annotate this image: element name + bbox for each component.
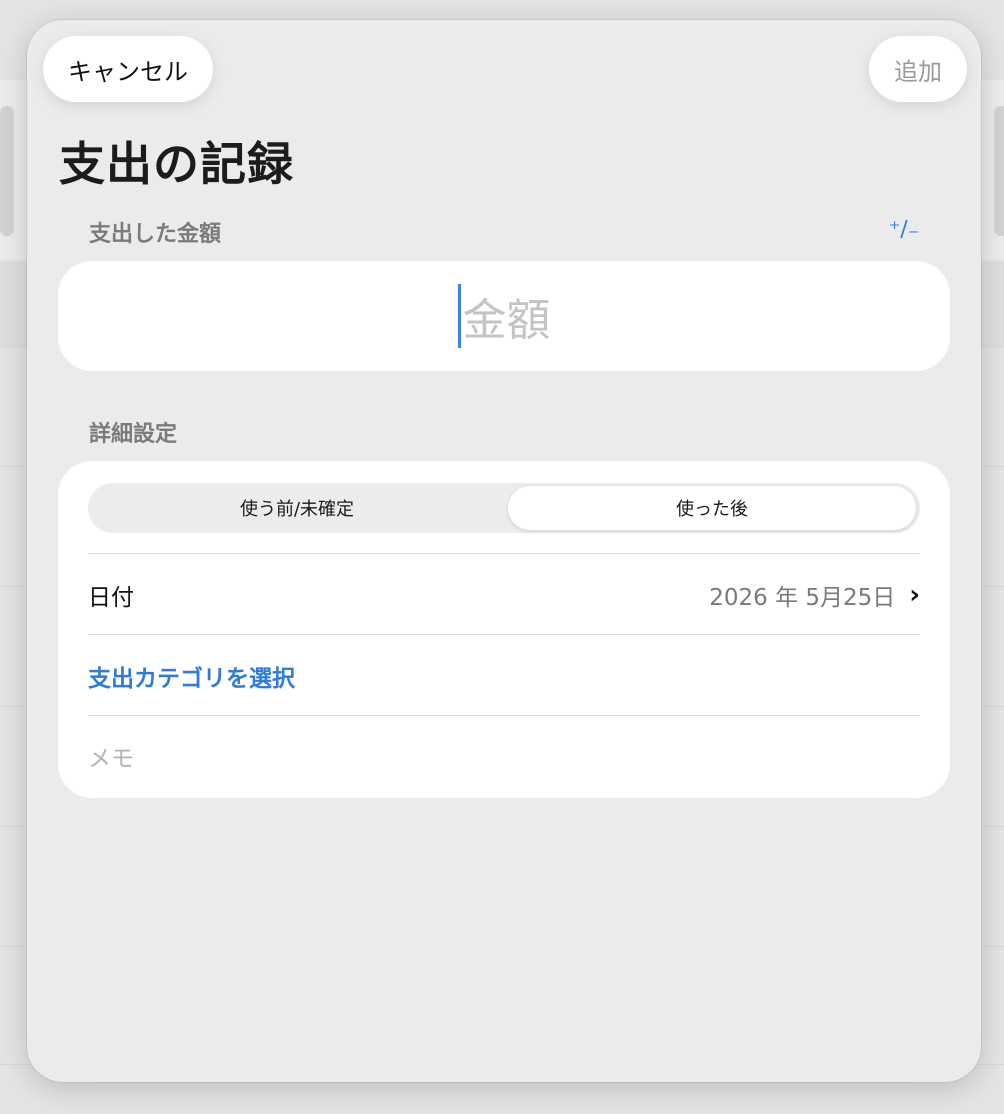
segment-before-use[interactable]: 使う前/未確定 xyxy=(92,486,502,530)
plus-minus-icon[interactable]: ⁺∕₋ xyxy=(889,214,920,244)
amount-section-label: 支出した金額 xyxy=(89,222,222,247)
date-value: 2026 年 5月25日 xyxy=(709,585,896,611)
details-card: 使う前/未確定 使った後 日付 2026 年 5月25日 › 支出カテゴリを選択… xyxy=(58,461,950,798)
text-caret xyxy=(457,284,461,348)
date-value-group: 2026 年 5月25日 › xyxy=(709,578,920,612)
segment-after-use[interactable]: 使った後 xyxy=(508,486,916,530)
add-expense-sheet: キャンセル 追加 支出の記録 支出した金額 ⁺∕₋ 金額 詳細設定 使う前/未確… xyxy=(27,20,981,1082)
row-divider xyxy=(88,634,920,635)
background-card-edge xyxy=(0,106,14,236)
add-button[interactable]: 追加 xyxy=(869,36,967,102)
amount-card: 金額 xyxy=(58,261,950,371)
page-title: 支出の記録 xyxy=(59,137,294,191)
select-category-link[interactable]: 支出カテゴリを選択 xyxy=(88,659,295,693)
chevron-right-icon: › xyxy=(909,580,920,610)
date-label: 日付 xyxy=(88,585,134,611)
memo-placeholder: メモ xyxy=(88,746,134,772)
details-section-label: 詳細設定 xyxy=(89,422,178,447)
amount-input[interactable]: 金額 xyxy=(58,261,950,371)
timing-segmented-control: 使う前/未確定 使った後 xyxy=(88,483,920,533)
background-card-edge xyxy=(994,106,1004,236)
row-divider xyxy=(88,553,920,554)
amount-placeholder: 金額 xyxy=(462,295,551,346)
date-row[interactable]: 日付 2026 年 5月25日 › xyxy=(88,555,920,635)
cancel-button[interactable]: キャンセル xyxy=(43,36,213,102)
select-category-row[interactable]: 支出カテゴリを選択 xyxy=(88,636,920,716)
memo-field[interactable]: メモ xyxy=(88,716,920,796)
